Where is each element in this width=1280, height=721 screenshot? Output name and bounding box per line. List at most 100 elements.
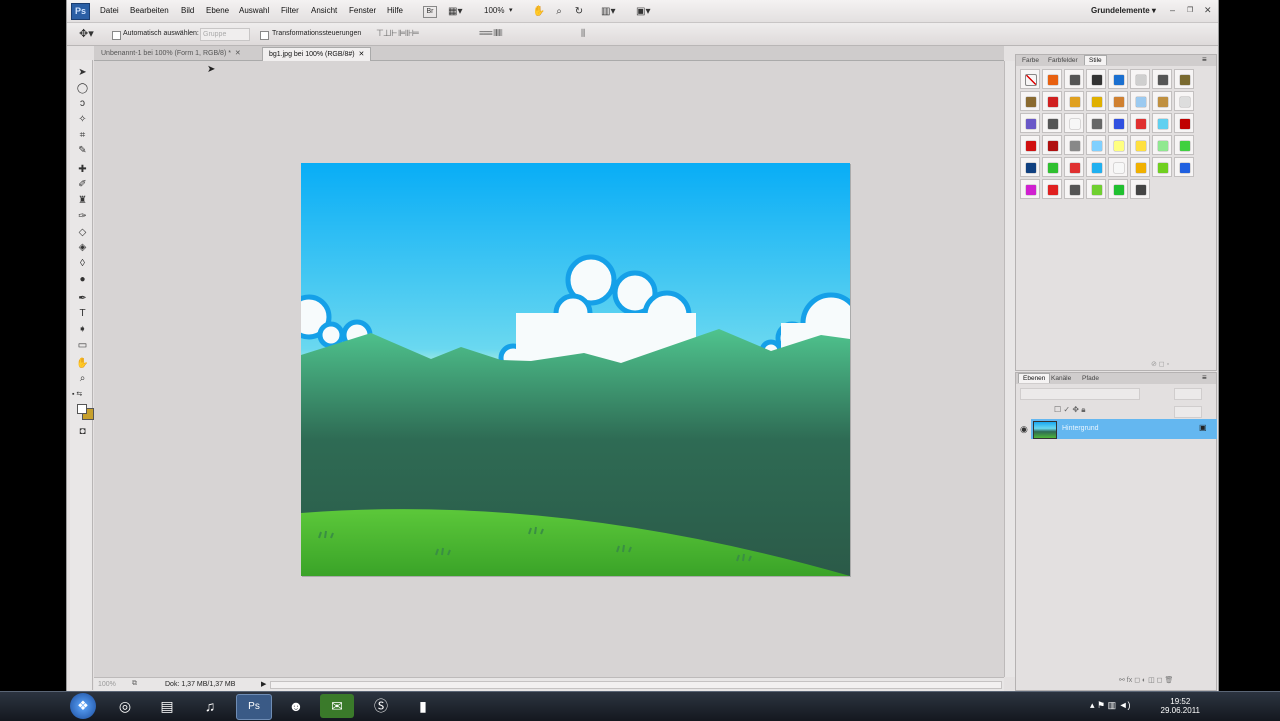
style-swatch[interactable] [1130,157,1150,177]
clone-stamp-icon[interactable]: ♜ [76,194,89,207]
style-swatch[interactable] [1020,179,1040,199]
style-swatch[interactable] [1152,135,1172,155]
canvas-area[interactable]: ➤ [94,61,1004,677]
brush-tool-icon[interactable]: ✐ [76,178,89,191]
chevron-down-icon[interactable]: ▾ [509,6,513,14]
style-swatch[interactable] [1108,113,1128,133]
tab-unbenannt[interactable]: Unbenannt-1 bei 100% (Form 1, RGB/8) * ✕ [95,47,247,60]
shape-tool-icon[interactable]: ▭ [76,339,89,352]
layer-row-hintergrund[interactable]: Hintergrund ▣ [1031,419,1217,439]
auto-align-icon[interactable]: ⫼ [581,28,585,39]
style-swatch[interactable] [1108,157,1128,177]
zoom-tool-icon[interactable]: ⌕ [76,372,89,385]
menu-bild[interactable]: Bild [181,6,194,15]
auto-select-checkbox[interactable] [112,31,121,40]
style-swatch[interactable] [1174,135,1194,155]
start-button[interactable]: ❖ [70,693,96,719]
lock-icons[interactable]: ☐ ✓ ✥ 🔒︎ [1054,405,1086,415]
style-swatch[interactable] [1042,69,1062,89]
app-taskbar-icon[interactable]: ▮ [406,694,440,718]
style-swatch[interactable] [1108,69,1128,89]
style-swatch[interactable] [1064,179,1084,199]
magic-wand-icon[interactable]: ✧ [76,113,89,126]
dodge-tool-icon[interactable]: ● [76,273,89,286]
panel-menu-icon[interactable]: ≡ [1202,373,1207,382]
minimize-icon[interactable]: – [1170,5,1175,15]
type-tool-icon[interactable]: T [76,307,89,320]
style-swatch[interactable] [1108,91,1128,111]
status-zoom[interactable]: 100% [98,681,116,688]
menu-fenster[interactable]: Fenster [349,6,376,15]
blur-tool-icon[interactable]: ◊ [76,257,89,270]
style-swatch[interactable] [1042,157,1062,177]
workspace-selector[interactable]: Grundelemente ▾ [1091,6,1156,15]
menu-datei[interactable]: Datei [100,6,119,15]
menu-ebene[interactable]: Ebene [206,6,229,15]
menu-bearbeiten[interactable]: Bearbeiten [130,6,169,15]
tab-stile[interactable]: Stile [1084,55,1107,65]
itunes-taskbar-icon[interactable]: ♫ [193,694,227,718]
style-swatch[interactable] [1108,135,1128,155]
pen-tool-icon[interactable]: ✒ [76,292,89,305]
green-app-taskbar-icon[interactable]: ✉ [320,694,354,718]
arrange-documents-icon[interactable]: ▥▾ [600,4,616,19]
style-swatch[interactable] [1152,113,1172,133]
panel-menu-icon[interactable]: ≡ [1202,55,1207,64]
style-swatch[interactable] [1174,69,1194,89]
move-tool-icon[interactable]: ➤ [76,66,89,79]
style-swatch[interactable] [1174,91,1194,111]
style-swatch[interactable] [1152,157,1172,177]
path-selection-icon[interactable]: ➧ [76,323,89,336]
layers-footer-icons[interactable]: ⚯ fx ◻ ◐ ◫ ◻ 🗑︎ [1119,676,1173,684]
style-swatch[interactable] [1152,69,1172,89]
tray-icons[interactable]: ▴ ⚑ ▥ ◄) [1090,700,1131,711]
marquee-tool-icon[interactable]: ◯ [76,82,89,95]
ie-taskbar-icon[interactable]: ◎ [108,694,142,718]
zoom-tool-icon[interactable]: ⌕ [551,4,567,19]
crop-tool-icon[interactable]: ⌗ [76,129,89,142]
style-swatch[interactable] [1064,69,1084,89]
explorer-taskbar-icon[interactable]: ▤ [150,694,184,718]
eyedropper-tool-icon[interactable]: ✎ [76,144,89,157]
tab-pfade[interactable]: Pfade [1078,374,1103,383]
bridge-icon[interactable]: Br [423,6,437,18]
style-swatch[interactable] [1130,69,1150,89]
style-swatch[interactable] [1086,113,1106,133]
style-swatch[interactable] [1020,113,1040,133]
auto-select-dropdown[interactable]: Gruppe [200,28,250,41]
style-swatch[interactable] [1174,113,1194,133]
view-extras-icon[interactable]: ▦▾ [447,4,463,19]
horizontal-scrollbar[interactable] [270,681,1002,689]
menu-hilfe[interactable]: Hilfe [387,6,403,15]
document-image[interactable] [301,163,850,576]
style-swatch[interactable] [1064,91,1084,111]
rotate-view-icon[interactable]: ↻ [571,4,587,19]
style-swatch[interactable] [1020,91,1040,111]
style-swatch[interactable] [1086,91,1106,111]
styles-footer-icons[interactable]: ⊘ ◻ ▫ [1151,360,1169,368]
zoom-level-select[interactable]: 100% [484,6,504,15]
move-tool-preset-icon[interactable]: ✥▾ [79,27,94,40]
distribute-buttons-icon[interactable]: ≡≡≡ ⫴⫴⫴ [479,28,503,39]
style-swatch[interactable] [1086,157,1106,177]
style-swatch[interactable] [1064,157,1084,177]
skype-taskbar-icon[interactable]: Ⓢ [364,694,398,718]
style-swatch[interactable] [1130,135,1150,155]
hand-tool-icon[interactable]: ✋ [76,357,89,370]
screen-mode-icon[interactable]: ▣▾ [635,4,651,19]
tab-farbe[interactable]: Farbe [1018,56,1043,65]
align-buttons-icon[interactable]: ⊤⊥⊩ ⊫⊪⊨ [376,28,420,39]
tab-ebenen[interactable]: Ebenen [1018,373,1051,383]
style-swatch[interactable] [1064,135,1084,155]
style-swatch[interactable] [1086,135,1106,155]
photoshop-taskbar-icon[interactable]: Ps [236,694,272,720]
transform-controls-checkbox[interactable] [260,31,269,40]
style-swatch[interactable] [1174,157,1194,177]
status-info-icon[interactable]: ⧉ [132,680,137,688]
blend-mode-select[interactable] [1020,388,1140,400]
menu-filter[interactable]: Filter [281,6,299,15]
style-swatch[interactable] [1130,91,1150,111]
tab-kanaele[interactable]: Kanäle [1047,374,1075,383]
history-brush-icon[interactable]: ✑ [76,210,89,223]
style-swatch[interactable] [1064,113,1084,133]
